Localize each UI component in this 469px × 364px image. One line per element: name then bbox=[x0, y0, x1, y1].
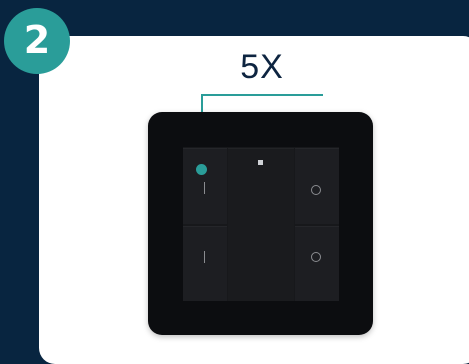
switch-button-center[interactable] bbox=[228, 148, 294, 301]
callout-target-dot bbox=[196, 164, 207, 175]
switch-button-bottom-left[interactable] bbox=[183, 226, 227, 301]
circle-icon bbox=[311, 185, 321, 195]
bar-icon bbox=[204, 182, 205, 194]
switch-button-top-right[interactable] bbox=[295, 148, 339, 224]
step-number-badge: 2 bbox=[4, 8, 70, 74]
press-count-label: 5X bbox=[240, 48, 284, 86]
callout-line-horizontal bbox=[201, 94, 323, 96]
circle-icon bbox=[311, 252, 321, 262]
indicator-led bbox=[258, 160, 263, 165]
bar-icon bbox=[204, 251, 205, 263]
switch-button-bottom-right[interactable] bbox=[295, 226, 339, 301]
switch-button-top-left[interactable] bbox=[183, 148, 227, 224]
step-number: 2 bbox=[23, 18, 51, 62]
